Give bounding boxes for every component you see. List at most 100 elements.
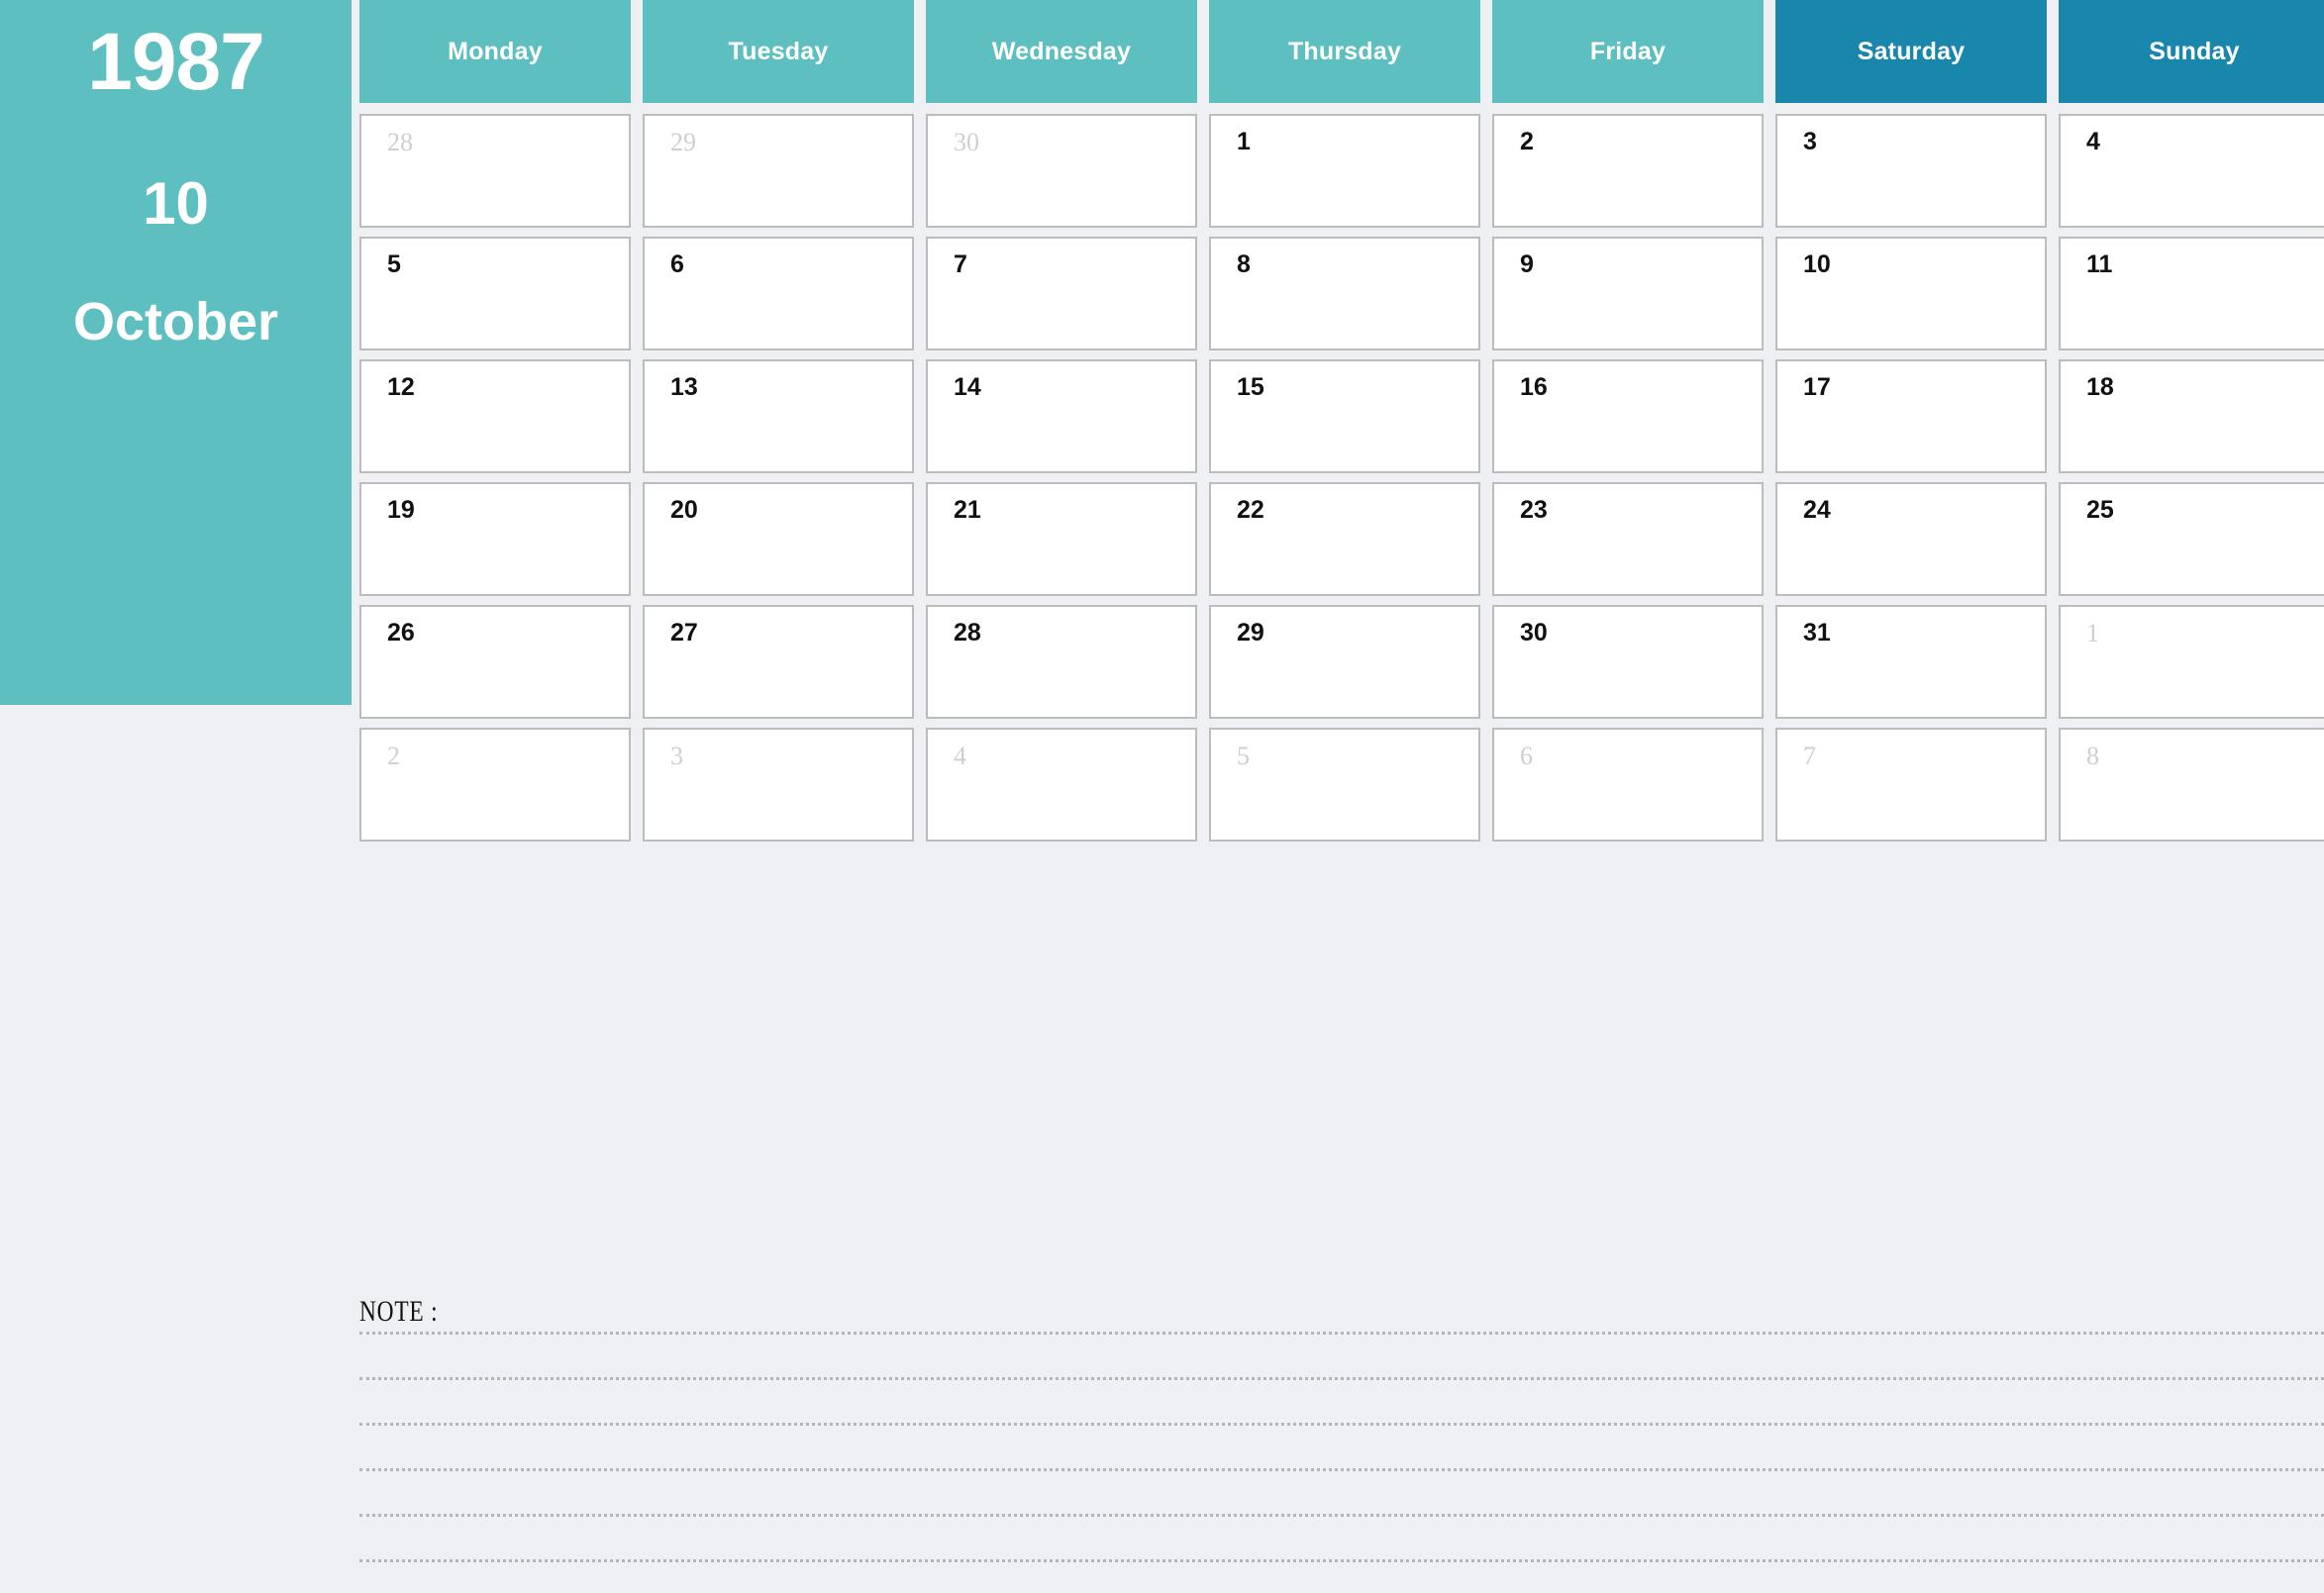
day-number: 17: [1803, 373, 1831, 401]
weekday-header-label: Sunday: [2149, 37, 2240, 65]
day-cell[interactable]: 23: [1492, 482, 1764, 596]
day-cell[interactable]: 13: [643, 359, 914, 473]
day-cell[interactable]: 16: [1492, 359, 1764, 473]
calendar-week-row: 12 13 14 15 16 17 18: [359, 359, 2324, 473]
day-number: 1: [1237, 128, 1251, 155]
weekday-header-label: Monday: [448, 37, 543, 65]
day-number: 1: [2086, 619, 2099, 647]
day-number: 18: [2086, 373, 2114, 401]
day-cell[interactable]: 5: [1209, 728, 1480, 842]
note-area: NOTE :: [359, 1297, 2324, 1593]
day-cell[interactable]: 1: [1209, 114, 1480, 228]
day-cell[interactable]: 25: [2059, 482, 2324, 596]
day-number: 29: [1237, 619, 1264, 647]
note-line-gap: [359, 1517, 2324, 1559]
day-cell[interactable]: 30: [1492, 605, 1764, 719]
calendar-grid: Monday Tuesday Wednesday Thursday Friday Satu…: [359, 0, 2324, 1267]
weekday-header-row: Monday Tuesday Wednesday Thursday Friday Satu…: [359, 0, 2324, 103]
day-number: 8: [2086, 742, 2099, 770]
day-cell[interactable]: 6: [643, 237, 914, 350]
day-cell[interactable]: 14: [926, 359, 1197, 473]
day-number: 6: [1520, 742, 1533, 770]
day-cell[interactable]: 9: [1492, 237, 1764, 350]
day-number: 29: [670, 128, 696, 156]
day-cell[interactable]: 30: [926, 114, 1197, 228]
day-cell[interactable]: 19: [359, 482, 631, 596]
month-name-label: October: [72, 292, 279, 351]
weekday-header-saturday: Saturday: [1775, 0, 2047, 103]
day-cell[interactable]: 20: [643, 482, 914, 596]
day-cell[interactable]: 15: [1209, 359, 1480, 473]
day-cell[interactable]: 7: [926, 237, 1197, 350]
day-cell[interactable]: 11: [2059, 237, 2324, 350]
weekday-header-tuesday: Tuesday: [643, 0, 914, 103]
note-line-gap: [359, 1471, 2324, 1514]
day-cell[interactable]: 27: [643, 605, 914, 719]
day-cell[interactable]: 8: [1209, 237, 1480, 350]
day-number: 2: [1520, 128, 1534, 155]
weekday-header-monday: Monday: [359, 0, 631, 103]
day-cell[interactable]: 1: [2059, 605, 2324, 719]
note-line-gap: [359, 1426, 2324, 1468]
sidebar: 1987 10 October: [0, 0, 352, 705]
day-number: 26: [387, 619, 415, 647]
day-number: 23: [1520, 496, 1548, 524]
month-number-label: 10: [143, 170, 209, 237]
day-number: 5: [1237, 742, 1250, 770]
day-number: 28: [954, 619, 981, 647]
day-number: 13: [670, 373, 698, 401]
day-cell[interactable]: 18: [2059, 359, 2324, 473]
day-cell[interactable]: 8: [2059, 728, 2324, 842]
day-number: 24: [1803, 496, 1831, 524]
weekday-header-sunday: Sunday: [2059, 0, 2324, 103]
day-number: 22: [1237, 496, 1264, 524]
day-cell[interactable]: 2: [359, 728, 631, 842]
day-cell[interactable]: 4: [2059, 114, 2324, 228]
day-cell[interactable]: 28: [359, 114, 631, 228]
note-line-gap: [359, 1335, 2324, 1377]
day-cell[interactable]: 2: [1492, 114, 1764, 228]
day-cell[interactable]: 24: [1775, 482, 2047, 596]
day-number: 7: [954, 250, 967, 278]
note-label: NOTE :: [359, 1295, 439, 1328]
day-cell[interactable]: 3: [1775, 114, 2047, 228]
day-cell[interactable]: 12: [359, 359, 631, 473]
day-cell[interactable]: 31: [1775, 605, 2047, 719]
day-number: 14: [954, 373, 981, 401]
day-cell[interactable]: 7: [1775, 728, 2047, 842]
note-line-gap: [359, 1380, 2324, 1423]
day-number: 12: [387, 373, 415, 401]
calendar-week-row: 19 20 21 22 23 24 25: [359, 482, 2324, 596]
day-cell[interactable]: 29: [1209, 605, 1480, 719]
calendar-page: 1987 10 October Monday Tuesday Wednesday Th…: [0, 0, 2324, 1593]
weekday-header-wednesday: Wednesday: [926, 0, 1197, 103]
weekday-header-label: Tuesday: [728, 37, 829, 65]
day-number: 6: [670, 250, 684, 278]
weekday-header-label: Wednesday: [991, 37, 1132, 65]
weekday-header-label: Friday: [1589, 37, 1667, 65]
day-cell[interactable]: 10: [1775, 237, 2047, 350]
day-cell[interactable]: 21: [926, 482, 1197, 596]
day-number: 31: [1803, 619, 1831, 647]
calendar-week-row: 28 29 30 1 2 3 4: [359, 114, 2324, 228]
year-label: 1987: [87, 17, 264, 107]
day-cell[interactable]: 28: [926, 605, 1197, 719]
calendar-weeks: 28 29 30 1 2 3 4 5 6 7 8 9 10 11 12 13 14 15 16 17 18 19 20 21 2…: [359, 114, 2324, 842]
day-number: 30: [1520, 619, 1548, 647]
day-number: 19: [387, 496, 415, 524]
day-cell[interactable]: 22: [1209, 482, 1480, 596]
day-cell[interactable]: 17: [1775, 359, 2047, 473]
day-number: 5: [387, 250, 401, 278]
calendar-week-row: 5 6 7 8 9 10 11: [359, 237, 2324, 350]
weekday-header-friday: Friday: [1492, 0, 1764, 103]
day-number: 20: [670, 496, 698, 524]
day-cell[interactable]: 26: [359, 605, 631, 719]
day-cell[interactable]: 5: [359, 237, 631, 350]
day-cell[interactable]: 4: [926, 728, 1197, 842]
day-number: 28: [387, 128, 413, 156]
day-cell[interactable]: 6: [1492, 728, 1764, 842]
day-number: 10: [1803, 250, 1831, 278]
day-cell[interactable]: 29: [643, 114, 914, 228]
day-cell[interactable]: 3: [643, 728, 914, 842]
note-line[interactable]: [359, 1559, 2324, 1562]
